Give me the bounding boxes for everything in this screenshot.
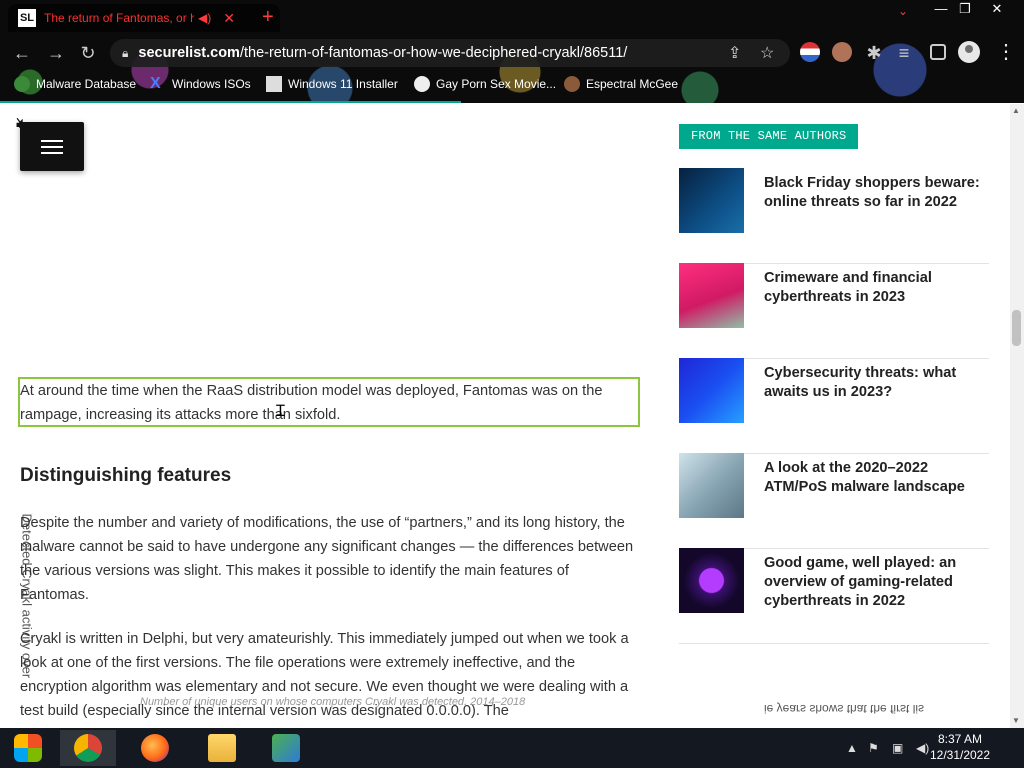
sidebar-article-title[interactable]: Good game, well played: an overview of g… (764, 554, 989, 611)
network-users-icon (272, 734, 300, 762)
sidepanel-icon[interactable] (930, 44, 946, 60)
sidebar-article-title[interactable]: Black Friday shoppers beware: online thr… (764, 174, 989, 212)
browser-chrome: SL The return of Fantomas, or h ◀) ✕ + ⌄… (0, 0, 1024, 103)
menu-kebab-icon[interactable]: ⋮ (996, 39, 1016, 64)
clock-time: 8:37 AM (937, 732, 983, 746)
address-bar[interactable]: 🔒︎ securelist.com/the-return-of-fantomas… (110, 39, 790, 67)
page-content: 🔇︎ At around the time when the RaaS dist… (0, 104, 1024, 728)
article-thumbnail[interactable] (679, 453, 744, 518)
scroll-down-arrow-icon[interactable]: ▼ (1012, 716, 1020, 725)
chart-caption: Number of unique users on whose computer… (140, 696, 526, 708)
extension-avatar-icon[interactable] (832, 42, 852, 62)
reload-icon[interactable]: ↻ (76, 41, 100, 65)
taskbar-file-explorer[interactable] (194, 730, 250, 766)
article-paragraph: Cryakl is written in Delphi, but very am… (20, 631, 629, 719)
bookmarks-bar: Malware Database X Windows ISOs Windows … (0, 71, 1024, 99)
scrollbar-thumb[interactable] (1012, 310, 1021, 346)
sidebar-article[interactable]: Black Friday shoppers beware: online thr… (679, 168, 989, 264)
url-text: securelist.com/the-return-of-fantomas-or… (138, 45, 627, 61)
sidebar-article[interactable]: Crimeware and financial cyberthreats in … (679, 263, 989, 359)
url-path: /the-return-of-fantomas-or-how-we-deciph… (239, 45, 628, 61)
back-icon[interactable]: ← (10, 41, 34, 65)
tab-active[interactable]: SL The return of Fantomas, or h ◀) ✕ (8, 4, 280, 32)
menu-bar (41, 146, 63, 148)
folder-icon (208, 734, 236, 762)
sidebar-article[interactable]: Good game, well played: an overview of g… (679, 548, 989, 644)
clock[interactable]: 8:37 AM 12/31/2022 (920, 731, 1000, 763)
media-control-icon[interactable]: ≡ (892, 41, 916, 65)
extension-flag-icon[interactable] (800, 42, 820, 62)
clock-date: 12/31/2022 (929, 748, 991, 762)
extensions-puzzle-icon[interactable]: ✱ (862, 41, 886, 65)
bookmark-malware-database[interactable]: Malware Database (14, 76, 136, 92)
article-thumbnail[interactable] (679, 263, 744, 328)
restore-icon[interactable]: ❐ (948, 0, 982, 18)
taskbar-chrome[interactable] (60, 730, 116, 766)
tray-overflow-icon[interactable]: ▲ (846, 741, 858, 755)
taskbar-network-app[interactable] (258, 730, 314, 766)
firefox-icon (141, 734, 169, 762)
article-thumbnail[interactable] (679, 358, 744, 423)
menu-bar (41, 152, 63, 154)
windows-logo-icon (14, 734, 42, 762)
bookmark-movie[interactable]: Gay Porn Sex Movie... (414, 76, 556, 92)
taskbar-firefox[interactable] (127, 730, 183, 766)
url-host: securelist.com (138, 45, 240, 61)
forward-icon[interactable]: → (44, 41, 68, 65)
tab-strip: SL The return of Fantomas, or h ◀) ✕ + ⌄… (0, 0, 1024, 34)
section-heading: Distinguishing features (20, 465, 232, 486)
bookmark-windows-11-installer[interactable]: Windows 11 Installer (266, 76, 398, 92)
chrome-icon (74, 734, 102, 762)
article-thumbnail[interactable] (679, 168, 744, 233)
toolbar: ← → ↻ 🔒︎ securelist.com/the-return-of-fa… (0, 37, 1024, 67)
mute-tab-icon[interactable]: ◀) (198, 11, 211, 25)
mirrored-caption: ie years shows that the first lis (764, 702, 925, 716)
highlighted-paragraph[interactable]: At around the time when the RaaS distrib… (20, 379, 640, 427)
page-load-progress (0, 101, 461, 103)
sidebar-article[interactable]: A look at the 2020–2022 ATM/PoS malware … (679, 453, 989, 549)
menu-bar (41, 140, 63, 142)
share-icon[interactable]: ⇪ (728, 43, 741, 63)
bookmark-star-icon[interactable]: ☆ (760, 43, 774, 63)
sidebar-label: FROM THE SAME AUTHORS (679, 124, 859, 149)
movie-bookmark-icon (414, 76, 430, 92)
scrollbar[interactable] (1010, 104, 1024, 728)
securelist-favicon: SL (18, 9, 36, 27)
sidebar-article[interactable]: Cybersecurity threats: what awaits us in… (679, 358, 989, 454)
network-icon[interactable]: ▣ (892, 741, 903, 755)
close-window-icon[interactable]: ✕ (980, 0, 1014, 18)
hamburger-menu-button[interactable] (20, 122, 84, 171)
new-tab-icon[interactable]: + (262, 6, 274, 29)
bookmark-espectral-mcgee[interactable]: Espectral McGee (564, 76, 678, 92)
sidebar-article-title[interactable]: Cybersecurity threats: what awaits us in… (764, 364, 989, 402)
bookmark-windows-isos[interactable]: X Windows ISOs (150, 76, 251, 92)
close-tab-icon[interactable]: ✕ (223, 10, 235, 27)
espectral-bookmark-icon (564, 76, 580, 92)
start-button[interactable] (0, 730, 56, 766)
bookmark-label: Espectral McGee (586, 77, 679, 91)
lock-icon: 🔒︎ (122, 45, 129, 60)
sidebar-article-title[interactable]: Crimeware and financial cyberthreats in … (764, 269, 989, 307)
bookmark-label: Windows ISOs (172, 77, 251, 91)
article-paragraph: Despite the number and variety of modifi… (20, 515, 634, 603)
installer-bookmark-icon (266, 76, 282, 92)
scroll-up-arrow-icon[interactable]: ▲ (1012, 106, 1020, 115)
taskbar: ▲ ⚑ ▣ ◀) 8:37 AM 12/31/2022 (0, 728, 1024, 768)
tab-search-chevron-icon[interactable]: ⌄ (898, 4, 908, 18)
bookmark-label: Malware Database (36, 77, 137, 91)
x-bookmark-icon: X (150, 75, 161, 92)
profile-avatar[interactable] (958, 41, 980, 63)
action-center-flag-icon[interactable]: ⚑ (868, 741, 879, 755)
bookmark-label: Windows 11 Installer (288, 77, 398, 91)
text-cursor-icon: Ɪ (276, 403, 285, 420)
bookmark-label: Gay Porn Sex Movie... (436, 77, 557, 91)
article-thumbnail[interactable] (679, 548, 744, 613)
tab-title: The return of Fantomas, or h (44, 11, 194, 25)
malware-bookmark-icon (14, 76, 30, 92)
sidebar-article-title[interactable]: A look at the 2020–2022 ATM/PoS malware … (764, 459, 989, 497)
